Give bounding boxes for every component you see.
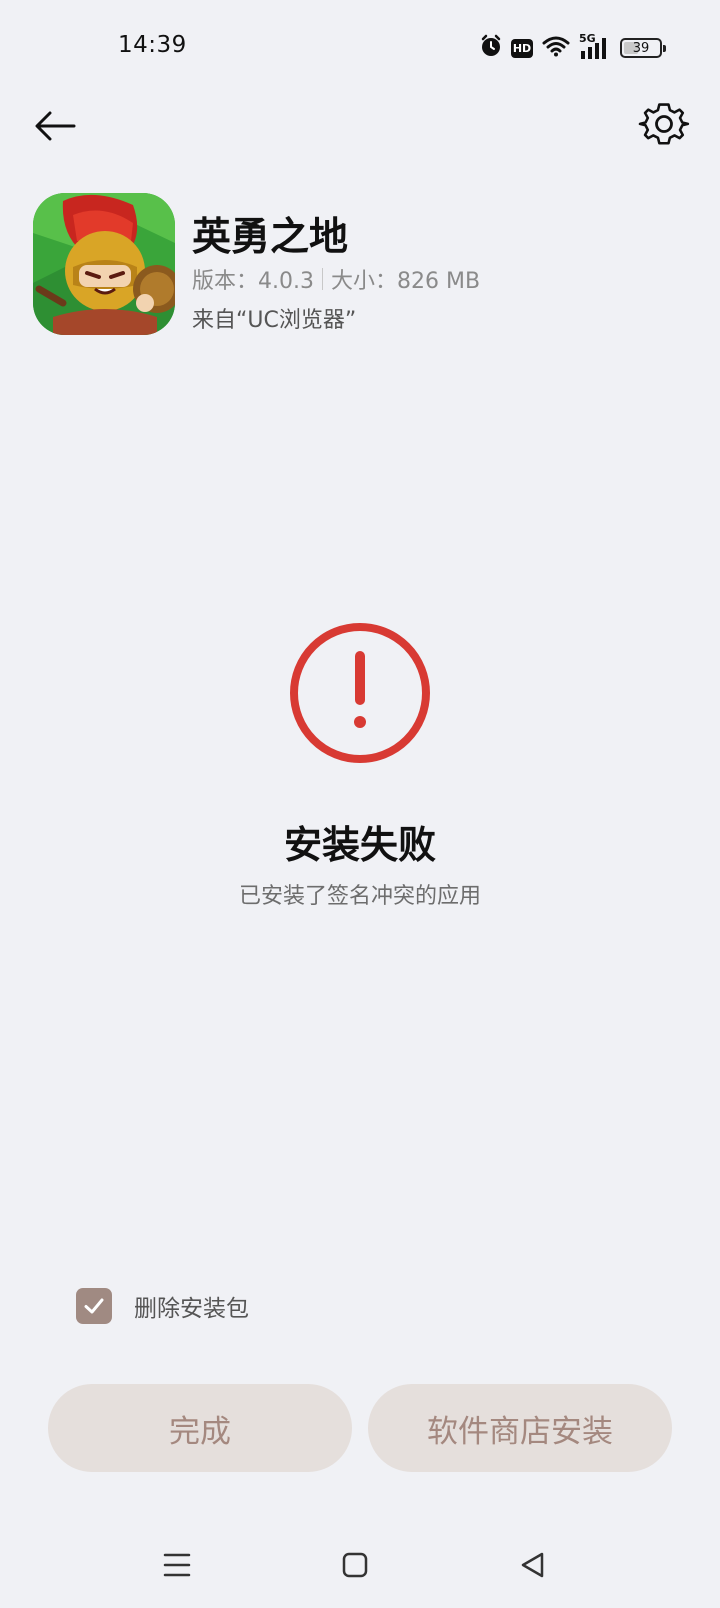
back-button[interactable] (30, 100, 82, 152)
alarm-icon (480, 34, 502, 62)
app-version: 版本：4.0.3 (192, 269, 314, 294)
app-source: 来自“UC浏览器” (192, 308, 357, 333)
back-triangle-icon (521, 1552, 544, 1578)
battery-icon: 39 (620, 38, 666, 58)
hd-icon: HD (511, 38, 533, 58)
wifi-icon (542, 35, 570, 61)
status-icons: HD 5G 39 (480, 32, 666, 64)
done-button[interactable]: 完成 (48, 1384, 352, 1472)
menu-icon (163, 1553, 191, 1577)
gear-icon (638, 103, 690, 145)
app-icon (33, 193, 175, 335)
battery-level: 39 (632, 40, 650, 56)
status-time: 14:39 (118, 32, 187, 58)
store-install-button[interactable]: 软件商店安装 (368, 1384, 672, 1472)
delete-package-checkbox[interactable] (76, 1288, 112, 1324)
nav-menu-button[interactable] (152, 1540, 202, 1590)
meta-divider (321, 268, 323, 290)
home-icon (342, 1552, 368, 1578)
install-result-screen: 14:39 HD 5G 39 英勇之地 版本：4.0.3 大小：826 MB 来… (0, 0, 720, 1608)
error-circle-icon (285, 618, 435, 768)
delete-package-label: 删除安装包 (134, 1296, 249, 1322)
settings-button[interactable] (638, 100, 690, 152)
navigation-bar (0, 1540, 720, 1590)
app-name: 英勇之地 (192, 215, 349, 260)
nav-back-button[interactable] (508, 1540, 558, 1590)
arrow-left-icon (35, 111, 76, 141)
checkmark-icon (84, 1298, 104, 1314)
result-description: 已安装了签名冲突的应用 (238, 884, 481, 909)
nav-home-button[interactable] (330, 1540, 380, 1590)
app-size: 大小：826 MB (330, 269, 481, 294)
delete-package-option[interactable]: 删除安装包 (76, 1288, 249, 1324)
signal-5g-icon: 5G (579, 32, 611, 61)
result-title: 安装失败 (283, 823, 436, 867)
app-meta: 版本：4.0.3 大小：826 MB (192, 263, 480, 295)
